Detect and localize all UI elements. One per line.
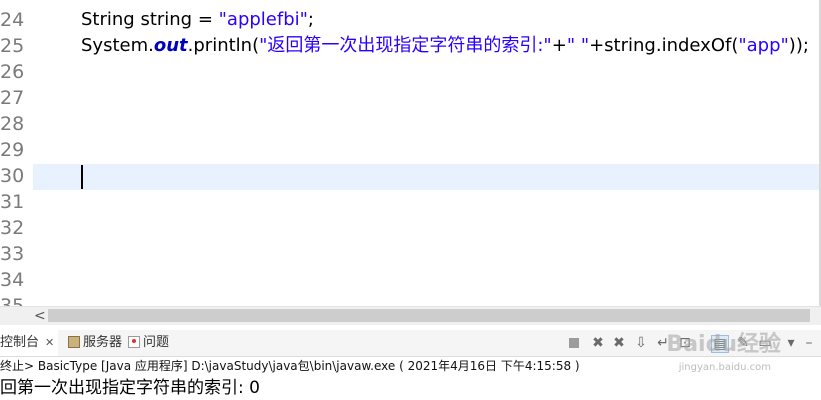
- string-literal: " ": [566, 35, 590, 56]
- string-literal: "返回第一次出现指定字符串的索引:": [259, 35, 552, 56]
- line-number: 30: [0, 165, 25, 187]
- line-number: 34: [0, 269, 25, 291]
- code-text: .println(: [187, 35, 260, 56]
- line-number: 33: [0, 243, 25, 265]
- code-text: +string.indexOf(: [589, 35, 739, 56]
- code-text: ;: [307, 9, 314, 30]
- text-caret: [81, 165, 83, 189]
- view-menu-icon[interactable]: ▾: [783, 335, 799, 351]
- tab-servers-label: 服务器: [83, 335, 123, 350]
- tab-servers[interactable]: 服务器: [68, 330, 122, 356]
- string-literal: "app": [738, 35, 789, 56]
- console-status: 终止> BasicType [Java 应用程序] D:\javaStudy\j…: [0, 359, 580, 373]
- remove-all-icon[interactable]: ✖: [611, 335, 627, 351]
- line-number: 25: [0, 35, 25, 57]
- code-text: System.: [81, 35, 154, 56]
- server-icon: [68, 336, 80, 348]
- stop-icon[interactable]: [569, 338, 579, 348]
- line-number: 27: [0, 87, 25, 109]
- line-number: 31: [0, 191, 25, 213]
- problems-icon: [128, 336, 140, 348]
- code-text: String string =: [81, 9, 219, 30]
- code-text: ));: [788, 35, 809, 56]
- line-number: 26: [0, 61, 25, 83]
- scroll-left-icon[interactable]: <: [34, 307, 46, 325]
- code-line-24[interactable]: String string = "applefbi";: [81, 7, 314, 33]
- line-number: 32: [0, 217, 25, 239]
- code-line-25[interactable]: System.out.println("返回第一次出现指定字符串的索引:"+" …: [81, 33, 809, 59]
- tab-problems[interactable]: 问题: [128, 330, 169, 356]
- string-literal: "applefbi": [218, 9, 308, 30]
- close-icon[interactable]: ✕: [45, 336, 54, 349]
- watermark-logo: Baidu经验: [666, 332, 781, 357]
- static-field: out: [153, 35, 188, 56]
- current-line-highlight: [33, 164, 821, 190]
- console-output: 回第一次出现指定字符串的索引: 0: [0, 378, 260, 398]
- line-number: 24: [0, 9, 25, 31]
- scroll-lock-icon[interactable]: ⇩: [633, 335, 649, 351]
- code-text: +: [551, 35, 567, 56]
- tab-console-label: 控制台: [0, 335, 40, 350]
- tab-problems-label: 问题: [143, 335, 170, 350]
- line-number: 35: [0, 295, 25, 306]
- remove-launch-icon[interactable]: ✖: [590, 335, 606, 351]
- minimize-icon[interactable]: –: [801, 335, 817, 351]
- line-number: 29: [0, 139, 25, 161]
- horizontal-scrollbar[interactable]: <: [0, 306, 821, 325]
- tab-console[interactable]: 控制台 ✕: [0, 330, 59, 356]
- line-number: 28: [0, 113, 25, 135]
- scrollbar-thumb[interactable]: [48, 309, 810, 322]
- code-editor[interactable]: 24 25 26 27 28 29 30 31 32 33 34 35 Stri…: [0, 0, 821, 306]
